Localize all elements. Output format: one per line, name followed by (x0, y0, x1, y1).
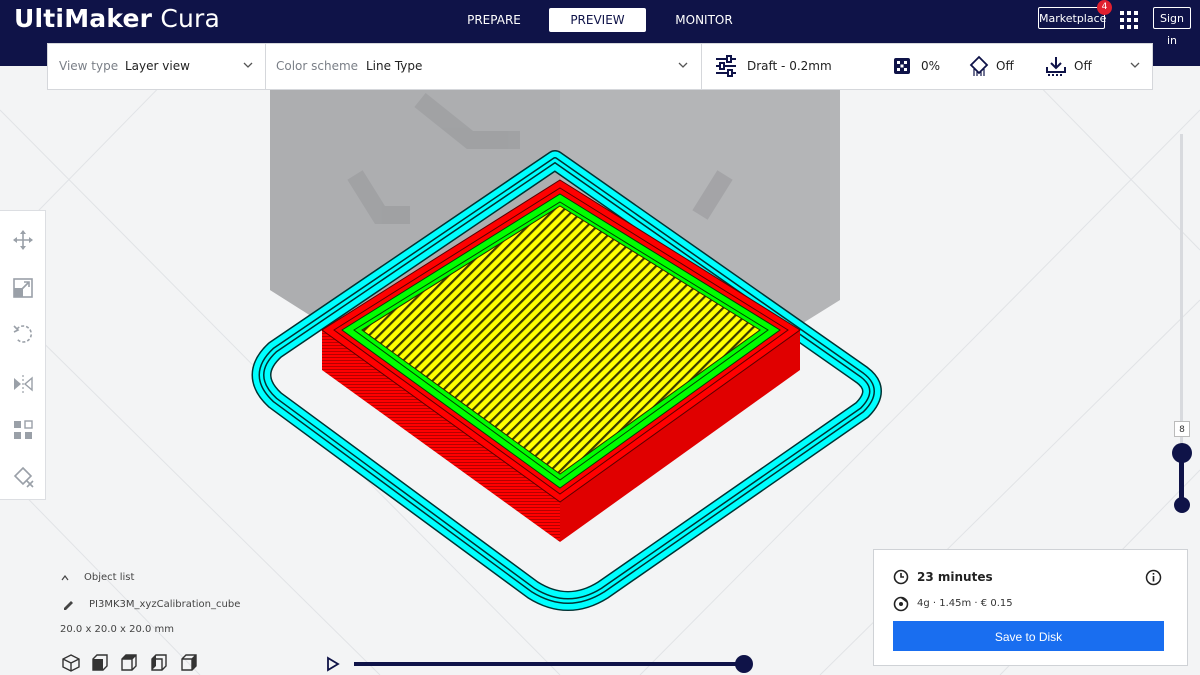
print-information-panel: 23 minutes 4g · 1.45m · € 0.15 Save to D… (873, 549, 1188, 666)
print-time: 23 minutes (917, 570, 993, 584)
apps-grid-icon[interactable] (1119, 11, 1139, 29)
play-icon[interactable] (326, 656, 340, 672)
front-view-icon[interactable] (90, 653, 110, 673)
left-view-icon[interactable] (149, 653, 169, 673)
per-model-settings-icon[interactable] (12, 419, 34, 441)
adhesion-value[interactable]: Off (1074, 59, 1092, 73)
tab-monitor[interactable]: MONITOR (663, 8, 745, 32)
layer-slider-lower-handle[interactable] (1174, 497, 1190, 513)
chevron-up-icon[interactable] (60, 573, 70, 583)
edit-pencil-icon[interactable] (62, 599, 75, 612)
view-type-value[interactable]: Layer view (125, 59, 190, 73)
mirror-icon[interactable] (12, 373, 34, 395)
simulation-handle[interactable] (735, 655, 753, 673)
save-to-disk-button[interactable]: Save to Disk (893, 621, 1164, 651)
sign-in-button[interactable]: Sign in (1153, 7, 1191, 47)
layer-slider-upper-handle[interactable] (1172, 443, 1192, 463)
support-blocker-icon[interactable] (12, 466, 34, 488)
3d-view-icon[interactable] (61, 653, 81, 673)
infill-icon (894, 58, 910, 74)
scale-icon[interactable] (12, 277, 34, 299)
right-view-icon[interactable] (179, 653, 199, 673)
current-layer-number[interactable]: 8 (1174, 421, 1190, 437)
filament-spool-icon (893, 596, 909, 612)
clock-icon (893, 569, 909, 585)
object-name[interactable]: PI3MK3M_xyzCalibration_cube (89, 599, 240, 610)
profile-value[interactable]: Draft - 0.2mm (747, 59, 832, 73)
object-list-toggle[interactable]: Object list (84, 572, 134, 583)
move-icon[interactable] (12, 229, 34, 251)
top-view-icon[interactable] (119, 653, 139, 673)
chevron-down-icon[interactable] (676, 58, 690, 72)
preview-toolbar: View type Layer view Color scheme Line T… (47, 43, 1153, 90)
adhesion-icon (1046, 57, 1066, 76)
marketplace-notification-badge: 4 (1097, 0, 1112, 15)
tab-preview[interactable]: PREVIEW (549, 8, 646, 32)
info-icon[interactable] (1145, 569, 1162, 586)
chevron-down-icon[interactable] (241, 58, 255, 72)
simulation-track[interactable] (354, 662, 744, 666)
app-logo: UltiMaker Cura (14, 4, 221, 33)
tab-prepare[interactable]: PREPARE (453, 8, 535, 32)
infill-value[interactable]: 0% (921, 59, 940, 73)
view-type-label: View type (59, 59, 119, 73)
support-icon (969, 55, 989, 76)
rotate-icon[interactable] (12, 323, 34, 345)
material-usage: 4g · 1.45m · € 0.15 (917, 598, 1013, 609)
object-dimensions: 20.0 x 20.0 x 20.0 mm (60, 624, 175, 635)
simulation-progress (354, 662, 744, 666)
support-value[interactable]: Off (996, 59, 1014, 73)
marketplace-button[interactable]: Marketplace (1038, 7, 1106, 29)
color-scheme-value[interactable]: Line Type (366, 59, 422, 73)
chevron-down-icon[interactable] (1128, 58, 1142, 72)
tool-panel (0, 210, 46, 500)
color-scheme-label: Color scheme (276, 59, 359, 73)
print-settings-sliders-icon[interactable] (715, 55, 737, 77)
